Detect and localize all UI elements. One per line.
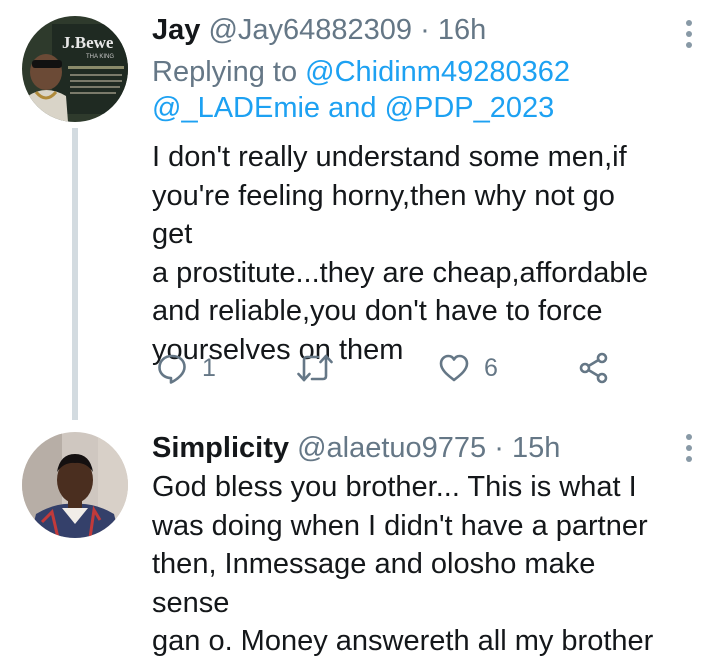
tweet-content: Simplicity @alaetuo9775 · 15h God bless …	[152, 430, 660, 661]
reply-count: 1	[202, 353, 216, 382]
mention-link[interactable]: @_LADEmie	[152, 92, 320, 124]
tweet[interactable]: Simplicity @alaetuo9775 · 15h God bless …	[0, 420, 720, 657]
author-name[interactable]: Simplicity	[152, 432, 289, 464]
author-handle[interactable]: @Jay64882309	[208, 14, 412, 46]
timestamp[interactable]: 16h	[438, 14, 486, 46]
reply-button[interactable]: 1	[156, 346, 216, 390]
separator: ·	[494, 432, 504, 464]
more-dot	[686, 445, 692, 451]
more-dot	[686, 434, 692, 440]
share-button[interactable]	[578, 346, 610, 390]
like-icon	[439, 354, 469, 382]
tweet-header: Jay @Jay64882309 · 16h	[152, 12, 660, 48]
more-dot	[686, 42, 692, 48]
mention-link[interactable]: @PDP_2023	[385, 92, 555, 124]
like-button[interactable]: 6	[438, 346, 498, 390]
tweet-actions: 1 6	[150, 346, 630, 390]
more-dot	[686, 31, 692, 37]
like-count: 6	[484, 353, 498, 382]
tweet[interactable]: J.Bewe THA KING Jay @Jay64882309 · 16h R…	[0, 0, 720, 420]
tweet-header: Simplicity @alaetuo9775 · 15h	[152, 430, 660, 466]
avatar-sign-text: J.Bewe	[62, 33, 114, 52]
replying-to: Replying to @Chidinm49280362 @_LADEmie a…	[152, 54, 660, 126]
more-options-icon[interactable]	[686, 434, 692, 462]
avatar[interactable]	[22, 432, 128, 538]
mention-joiner[interactable]: and	[328, 92, 376, 124]
avatar-sign-sub: THA KING	[86, 54, 114, 60]
avatar[interactable]: J.Bewe THA KING	[22, 16, 128, 122]
author-name[interactable]: Jay	[152, 14, 200, 46]
more-dot	[686, 20, 692, 26]
more-dot	[686, 456, 692, 462]
thread-line	[72, 128, 78, 420]
author-handle[interactable]: @alaetuo9775	[297, 432, 486, 464]
share-icon	[579, 352, 608, 384]
replying-to-label: Replying to	[152, 56, 298, 88]
more-options-icon[interactable]	[686, 20, 692, 48]
avatar-image: J.Bewe THA KING	[22, 16, 128, 122]
reply-icon	[158, 354, 186, 384]
tweet-content: Jay @Jay64882309 · 16h Replying to @Chid…	[152, 12, 660, 369]
retweet-icon	[297, 354, 333, 382]
separator: ·	[420, 14, 430, 46]
tweet-text: I don't really understand some men,if yo…	[152, 141, 649, 366]
mention-link[interactable]: @Chidinm49280362	[305, 56, 570, 88]
retweet-button[interactable]	[296, 346, 334, 390]
timestamp[interactable]: 15h	[512, 432, 560, 464]
avatar-image	[22, 432, 128, 538]
